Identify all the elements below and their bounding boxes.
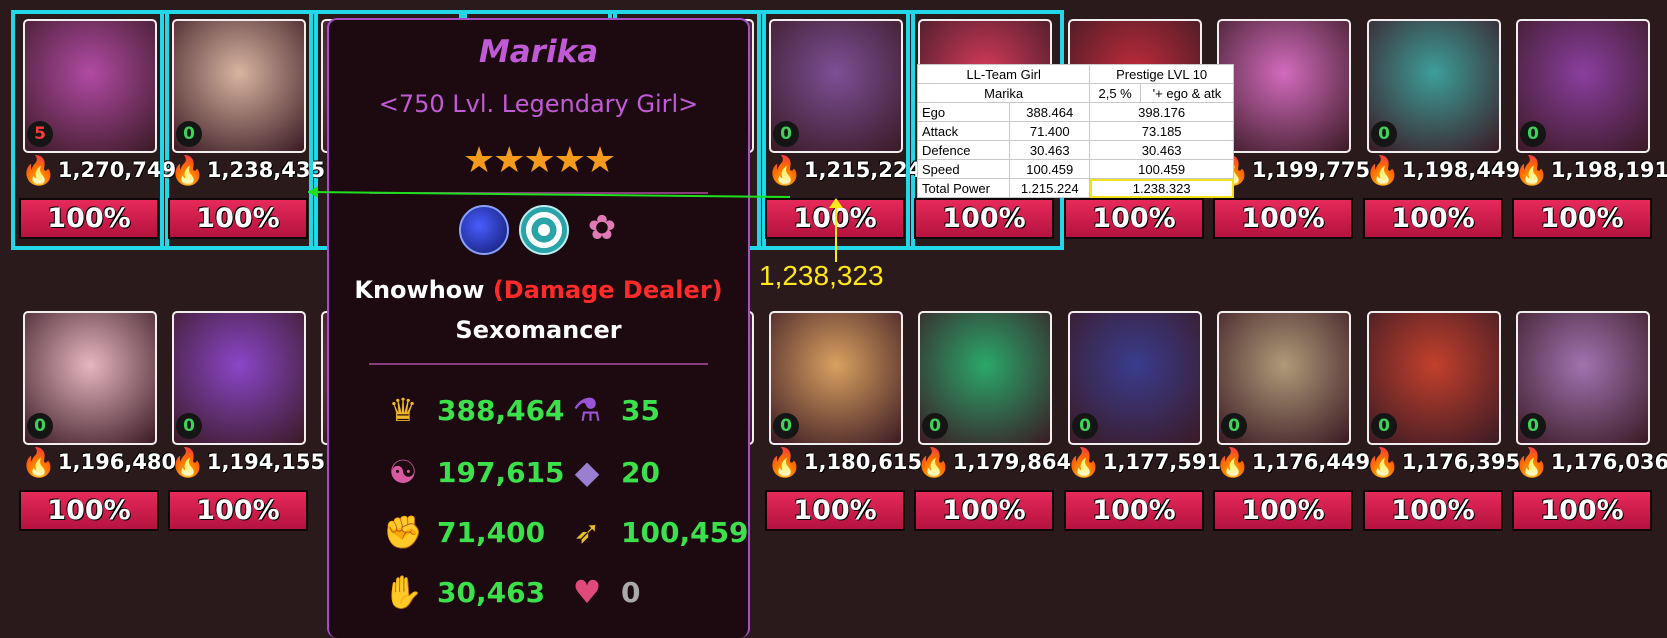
prestige-table: LL-Team Girl Prestige LVL 10 Marika 2,5 … bbox=[916, 64, 1235, 198]
table-cell: 398.176 bbox=[1089, 102, 1234, 122]
annotation-arrow-up bbox=[829, 198, 843, 208]
table-cell: Total Power bbox=[916, 178, 1011, 198]
table-cell: Speed bbox=[916, 159, 1011, 179]
annotation-arrow-left bbox=[308, 186, 318, 198]
table-header: Prestige LVL 10 bbox=[1089, 64, 1234, 84]
table-cell: Defence bbox=[916, 140, 1011, 160]
table-cell: 71.400 bbox=[1009, 121, 1091, 141]
table-cell: 1.215.224 bbox=[1009, 178, 1091, 198]
table-subheader: '+ ego & atk bbox=[1139, 83, 1235, 103]
annotation-total: 1,238,323 bbox=[759, 260, 884, 291]
table-cell: 100.459 bbox=[1009, 159, 1091, 179]
table-row: Defence 30.463 30.463 bbox=[916, 140, 1234, 160]
annotation-line bbox=[307, 191, 791, 198]
annotation-layer bbox=[307, 186, 843, 262]
table-cell: 30.463 bbox=[1089, 140, 1234, 160]
table-cell: 100.459 bbox=[1089, 159, 1234, 179]
table-header: LL-Team Girl bbox=[916, 64, 1091, 84]
table-subheader: 2,5 % bbox=[1089, 83, 1141, 103]
table-cell: 30.463 bbox=[1009, 140, 1091, 160]
table-cell: 388.464 bbox=[1009, 102, 1091, 122]
table-row: Speed 100.459 100.459 bbox=[916, 159, 1234, 179]
table-row: Attack 71.400 73.185 bbox=[916, 121, 1234, 141]
table-row: Ego 388.464 398.176 bbox=[916, 102, 1234, 122]
table-cell: Ego bbox=[916, 102, 1011, 122]
table-row: Total Power 1.215.224 1.238.323 bbox=[916, 178, 1234, 198]
table-cell: Attack bbox=[916, 121, 1011, 141]
table-subheader: Marika bbox=[916, 83, 1091, 103]
table-cell: 1.238.323 bbox=[1089, 178, 1234, 198]
table-cell: 73.185 bbox=[1089, 121, 1234, 141]
